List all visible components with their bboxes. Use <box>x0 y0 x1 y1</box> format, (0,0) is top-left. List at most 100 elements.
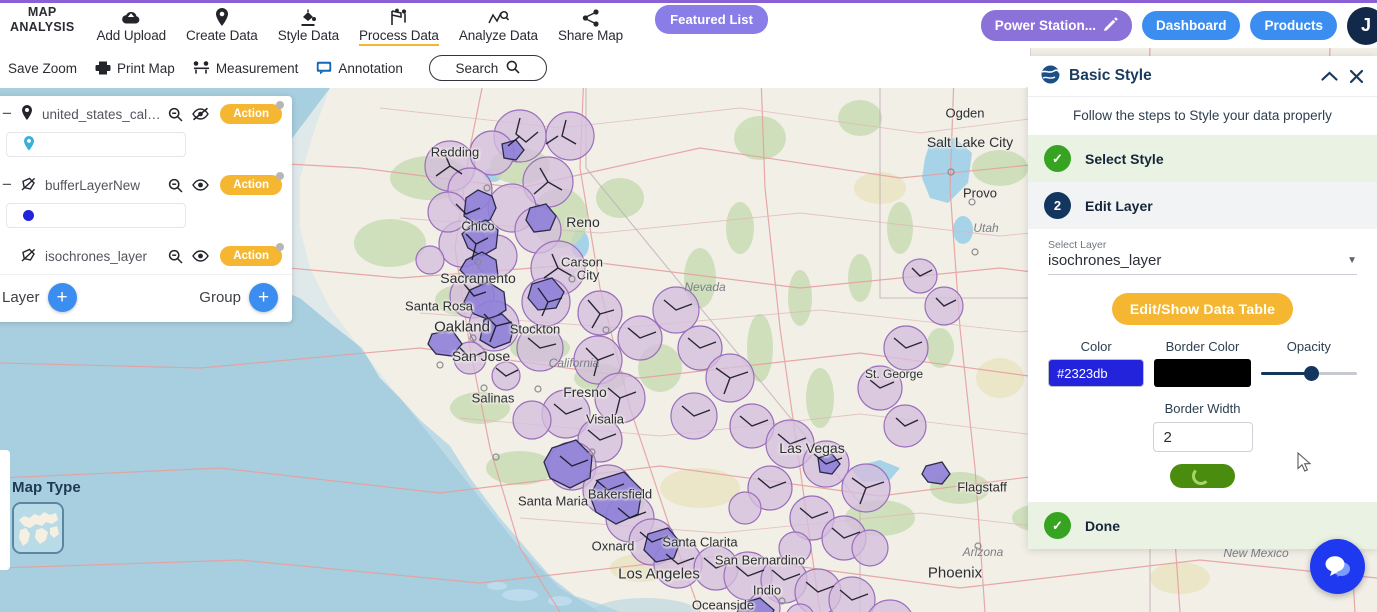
zoom-to-layer-icon[interactable] <box>168 178 183 193</box>
opacity-slider[interactable] <box>1260 359 1357 387</box>
map-type-widget[interactable]: Map Type <box>12 479 81 554</box>
zoom-to-layer-icon[interactable] <box>168 107 183 122</box>
products-button[interactable]: Products <box>1250 11 1337 40</box>
map-type-title: Map Type <box>12 479 81 496</box>
nav-analyze-data-label: Analyze Data <box>458 28 538 43</box>
annotation-button[interactable]: Annotation <box>316 61 403 76</box>
layer-panel: − united_states_californi... Action <box>0 96 292 322</box>
opacity-control: Opacity <box>1260 339 1357 387</box>
analyze-chart-icon <box>487 8 510 27</box>
color-control: Color <box>1048 339 1145 387</box>
nav-add-upload-label: Add Upload <box>96 28 167 43</box>
brand-line-2: ANALYSIS <box>10 20 75 34</box>
step-select-style[interactable]: ✓ Select Style <box>1028 135 1377 182</box>
print-map-button[interactable]: Print Map <box>95 61 175 76</box>
nav-style-data[interactable]: Style Data <box>268 5 349 43</box>
layer-name: united_states_californi... <box>42 106 162 122</box>
printer-icon <box>95 61 111 75</box>
process-data-icon <box>389 8 408 27</box>
save-zoom-button[interactable]: Save Zoom <box>8 61 77 76</box>
color-hex-input[interactable] <box>1048 359 1145 387</box>
add-group-label: Group <box>199 289 241 306</box>
add-layer-label: Layer <box>2 289 40 306</box>
nav-style-data-label: Style Data <box>277 28 339 43</box>
layer-action-label: Action <box>233 179 269 191</box>
select-layer-value: isochrones_layer <box>1048 252 1162 269</box>
close-icon[interactable] <box>1348 68 1365 85</box>
nav-process-data[interactable]: Process Data <box>349 5 449 46</box>
collapse-toggle-icon[interactable]: − <box>2 176 14 193</box>
action-notification-dot <box>276 101 284 109</box>
layer-action-button[interactable]: Action <box>220 243 284 266</box>
nav-create-data[interactable]: Create Data <box>176 5 268 43</box>
add-layer-button[interactable]: + <box>47 283 77 312</box>
featured-list-button[interactable]: Featured List <box>655 5 769 34</box>
step-done-label: Done <box>1085 517 1120 534</box>
table-row[interactable]: − united_states_californi... Action <box>0 96 292 132</box>
chat-support-button[interactable] <box>1310 539 1365 594</box>
chevron-down-icon[interactable]: ▼ <box>1347 255 1357 266</box>
add-group-button[interactable]: + <box>249 283 278 312</box>
world-map-icon <box>14 504 62 552</box>
collapse-toggle-icon[interactable]: − <box>2 105 14 122</box>
visibility-on-icon[interactable] <box>192 249 210 263</box>
project-name-button[interactable]: Power Station... <box>980 10 1132 41</box>
maptype-side-strip <box>0 450 10 570</box>
map-pin-icon <box>21 104 33 124</box>
paint-drop-icon <box>299 8 317 27</box>
layer-actions: Action <box>168 243 284 266</box>
dashboard-button[interactable]: Dashboard <box>1141 11 1241 40</box>
table-row[interactable]: − bufferLayerNew Action <box>0 167 292 203</box>
color-label: Color <box>1080 339 1112 354</box>
print-map-label: Print Map <box>117 60 175 76</box>
border-color-control: Border Color <box>1154 339 1251 387</box>
layer-panel-footer: Layer + Group + <box>0 274 292 322</box>
layer-symbol-box[interactable] <box>6 203 186 228</box>
table-row[interactable]: isochrones_layer Action <box>0 238 292 274</box>
nav-share-map[interactable]: Share Map <box>548 5 633 43</box>
action-notification-dot <box>276 172 284 180</box>
nav-analyze-data[interactable]: Analyze Data <box>449 5 548 43</box>
apply-style-toggle[interactable] <box>1170 464 1235 488</box>
project-name-label: Power Station... <box>994 18 1096 33</box>
edit-show-data-table-button[interactable]: Edit/Show Data Table <box>1111 293 1294 325</box>
step-done-check-icon: ✓ <box>1044 512 1071 539</box>
layer-action-button[interactable]: Action <box>220 101 284 124</box>
user-avatar[interactable]: J <box>1347 6 1377 45</box>
border-color-swatch[interactable] <box>1154 359 1251 387</box>
layer-name: isochrones_layer <box>45 248 148 264</box>
select-layer-dropdown[interactable]: isochrones_layer ▼ <box>1048 251 1357 275</box>
style-panel-title: Basic Style <box>1069 67 1152 84</box>
slider-thumb[interactable] <box>1303 366 1319 381</box>
layer-action-button[interactable]: Action <box>220 172 284 195</box>
opacity-label: Opacity <box>1286 339 1331 354</box>
chevron-up-icon[interactable] <box>1320 70 1339 83</box>
nav-share-map-label: Share Map <box>557 28 624 43</box>
polygon-icon <box>21 177 36 194</box>
step-select-style-label: Select Style <box>1085 150 1164 167</box>
search-placeholder: Search <box>455 60 499 76</box>
layer-action-label: Action <box>233 250 269 262</box>
style-globe-icon <box>1041 65 1061 87</box>
select-layer-label: Select Layer <box>1048 239 1107 251</box>
brand-line-1: MAP <box>27 5 57 19</box>
pin-swatch-icon <box>23 135 35 154</box>
layer-symbol-box[interactable] <box>6 132 186 157</box>
visibility-off-icon[interactable] <box>192 107 210 121</box>
nav-create-data-label: Create Data <box>186 28 258 43</box>
nav-add-upload[interactable]: Add Upload <box>86 5 176 43</box>
map-type-thumbnail[interactable] <box>12 502 64 554</box>
border-width-input[interactable] <box>1152 422 1253 452</box>
top-navigation-bar: MAP ANALYSIS Add Upload Create Data Styl… <box>0 0 1377 48</box>
measurement-button[interactable]: Measurement <box>193 61 298 76</box>
zoom-to-layer-icon[interactable] <box>168 249 183 264</box>
edit-pencil-icon[interactable] <box>1103 17 1118 34</box>
brand-map-analysis[interactable]: MAP ANALYSIS <box>6 5 86 35</box>
step-edit-layer[interactable]: 2 Edit Layer <box>1028 182 1377 229</box>
visibility-on-icon[interactable] <box>192 178 210 192</box>
search-input[interactable]: Search <box>428 55 547 81</box>
map-toolbar: Save Zoom Print Map Measurement Annotati… <box>0 48 1030 88</box>
layer-actions: Action <box>168 101 284 124</box>
color-swatch-dot <box>23 210 34 221</box>
app-root: Ogden Salt Lake City Provo Utah Redding Chico… <box>0 0 1377 612</box>
